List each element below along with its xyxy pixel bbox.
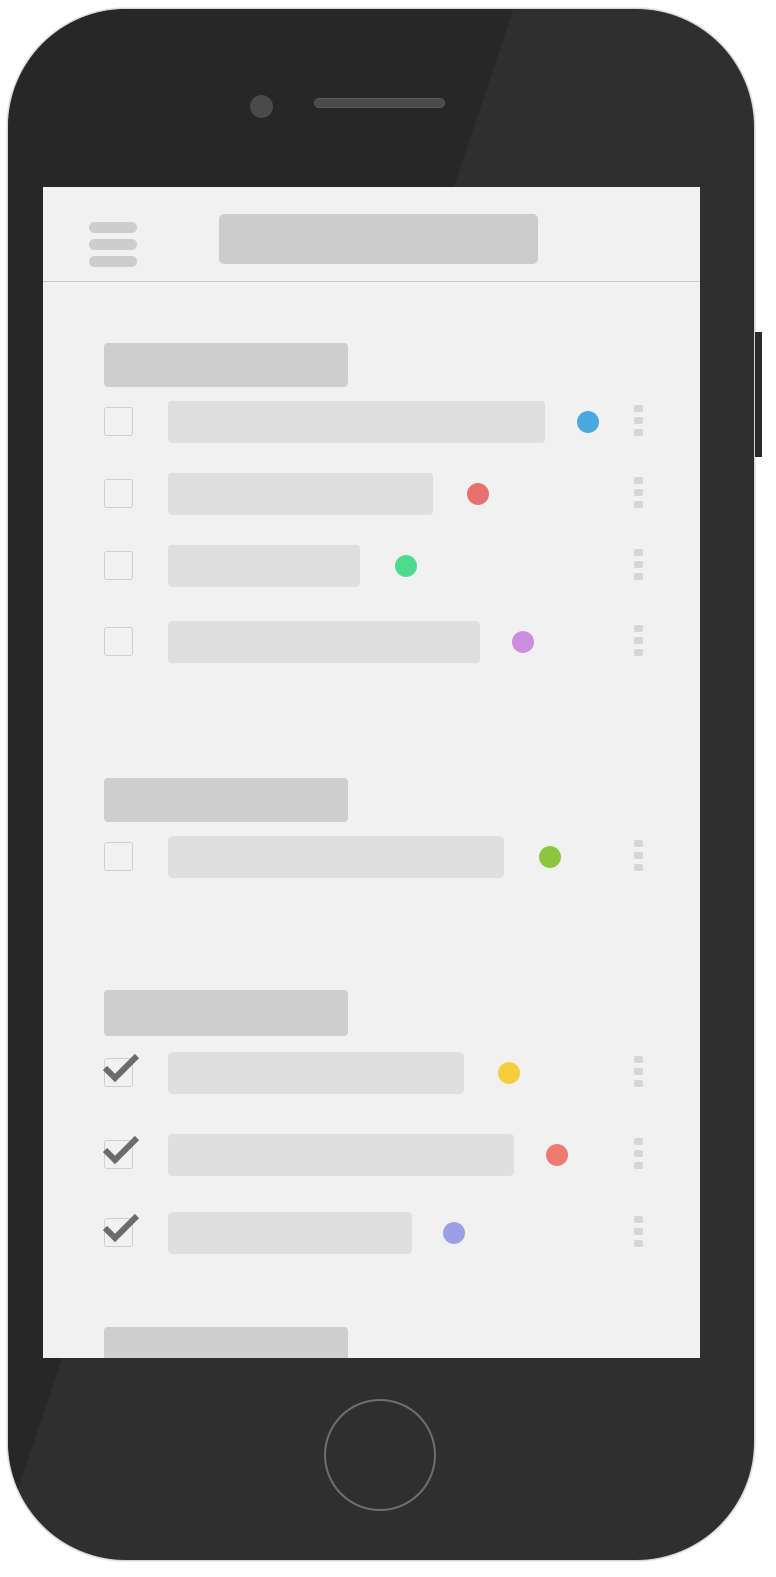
tag-dot-icon [395, 555, 417, 577]
section-header [104, 778, 348, 822]
home-button[interactable] [324, 1399, 436, 1511]
more-vertical-icon[interactable] [634, 625, 644, 659]
tag-dot-icon [546, 1144, 568, 1166]
more-vertical-icon[interactable] [634, 1216, 644, 1250]
more-vertical-icon[interactable] [634, 405, 644, 439]
task-title-placeholder [168, 1134, 514, 1176]
app-screen [43, 187, 700, 1358]
checkbox-icon[interactable] [104, 551, 133, 580]
section-header [104, 343, 348, 387]
more-vertical-icon[interactable] [634, 1138, 644, 1172]
tag-dot-icon [498, 1062, 520, 1084]
more-vertical-icon[interactable] [634, 1056, 644, 1090]
page-title-placeholder [219, 214, 538, 264]
checkbox-icon[interactable] [104, 479, 133, 508]
task-row[interactable] [43, 1203, 700, 1263]
checkbox-icon[interactable] [104, 842, 133, 871]
task-row[interactable] [43, 612, 700, 672]
more-vertical-icon[interactable] [634, 840, 644, 874]
checkbox-icon[interactable] [102, 1213, 140, 1247]
checkmark-icon [102, 1213, 140, 1243]
checkbox-icon[interactable] [104, 407, 133, 436]
task-row[interactable] [43, 536, 700, 596]
task-row[interactable] [43, 827, 700, 887]
checkbox-icon[interactable] [102, 1135, 140, 1169]
tag-dot-icon [512, 631, 534, 653]
task-row[interactable] [43, 392, 700, 452]
checkmark-icon [102, 1135, 140, 1165]
app-header [43, 187, 700, 282]
task-title-placeholder [168, 621, 480, 663]
tag-dot-icon [467, 483, 489, 505]
earpiece-speaker [314, 98, 445, 108]
task-title-placeholder [168, 1052, 464, 1094]
task-title-placeholder [168, 473, 433, 515]
section-header [104, 990, 348, 1036]
more-vertical-icon[interactable] [634, 477, 644, 511]
front-camera [250, 95, 273, 118]
task-row[interactable] [43, 1043, 700, 1103]
tag-dot-icon [443, 1222, 465, 1244]
checkbox-icon[interactable] [104, 627, 133, 656]
tag-dot-icon [577, 411, 599, 433]
task-title-placeholder [168, 1212, 412, 1254]
task-title-placeholder [168, 545, 360, 587]
more-vertical-icon[interactable] [634, 549, 644, 583]
checkmark-icon [102, 1053, 140, 1083]
task-title-placeholder [168, 401, 545, 443]
task-row[interactable] [43, 464, 700, 524]
checkbox-icon[interactable] [102, 1053, 140, 1087]
task-row[interactable] [43, 1125, 700, 1185]
tag-dot-icon [539, 846, 561, 868]
side-button[interactable] [755, 332, 762, 457]
section-header [104, 1327, 348, 1358]
task-title-placeholder [168, 836, 504, 878]
hamburger-menu-icon[interactable] [88, 213, 138, 267]
